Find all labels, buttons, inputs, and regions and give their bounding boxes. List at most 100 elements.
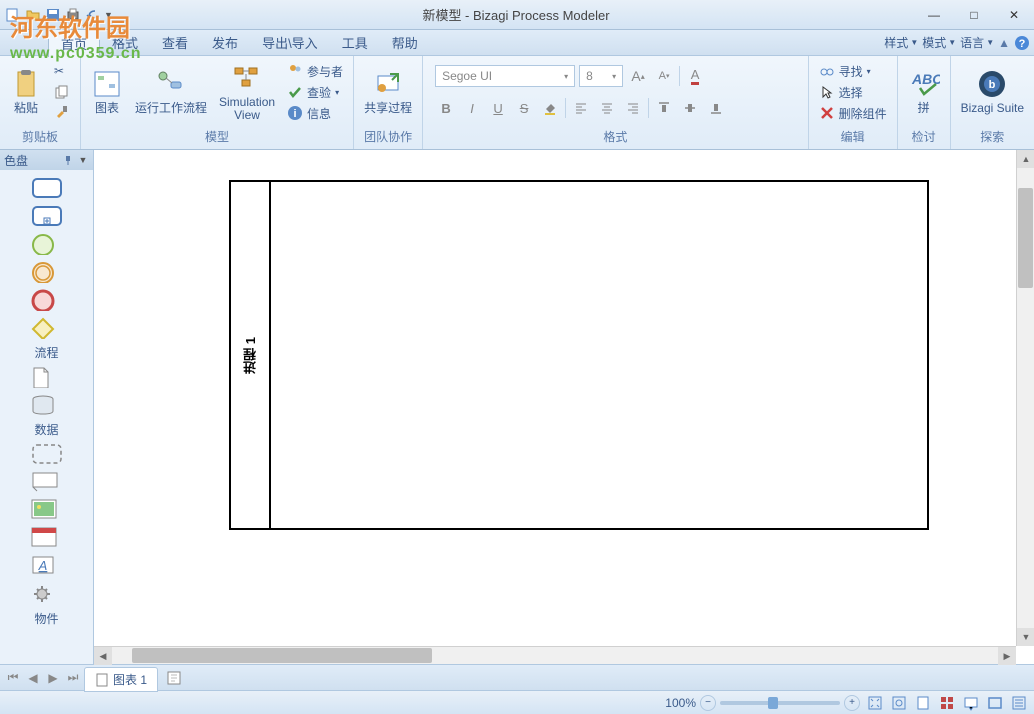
palette-gear[interactable] [0,580,93,608]
share-button[interactable]: 共享过程 [360,66,416,117]
palette-image[interactable] [0,496,93,524]
maximize-button[interactable]: □ [954,2,994,28]
mode-dropdown[interactable]: 模式 ▼ [922,34,956,51]
delete-button[interactable]: 删除组件 [815,104,891,123]
workflow-button[interactable]: 运行工作流程 [131,66,211,117]
palette-start-event[interactable] [0,230,93,258]
align-left-button[interactable] [570,97,592,119]
zoom-in-button[interactable]: + [844,695,860,711]
document-tab[interactable]: 图表 1 [84,667,158,692]
tab-nav-first-icon[interactable]: ⏮ [4,669,22,687]
palette-dropdown-icon[interactable]: ▼ [77,155,89,165]
grow-font-button[interactable]: A▴ [627,65,649,87]
scroll-thumb[interactable] [1018,188,1033,288]
palette-end-event[interactable] [0,286,93,314]
palette-text-format[interactable]: A [0,552,93,580]
cut-button[interactable]: ✂ [50,63,74,81]
view-grid-icon[interactable] [938,694,956,712]
align-top-button[interactable] [653,97,675,119]
simulation-view-button[interactable]: SimulationView [215,60,279,124]
save-icon[interactable] [44,6,62,24]
pool[interactable]: 进程 1 [229,180,929,530]
underline-button[interactable]: U [487,97,509,119]
print-icon[interactable] [64,6,82,24]
new-tab-button[interactable] [160,670,188,686]
font-color-button[interactable]: A [684,65,706,87]
pin-icon[interactable] [63,155,73,165]
style-dropdown[interactable]: 样式 ▼ [884,34,918,51]
minimize-ribbon-icon[interactable]: ▲ [998,36,1010,50]
tab-nav-last-icon[interactable]: ⏭ [64,669,82,687]
palette-data-store[interactable] [0,391,93,419]
qat-dropdown-icon[interactable]: ▼ [104,10,114,20]
palette-intermediate-event[interactable] [0,258,93,286]
vertical-scrollbar[interactable]: ▲ ▼ [1016,150,1034,646]
diagram-button[interactable]: 图表 [87,66,127,117]
align-right-button[interactable] [622,97,644,119]
palette-task[interactable] [0,174,93,202]
tab-export-import[interactable]: 导出\导入 [250,29,330,56]
select-button[interactable]: 选择 [815,83,891,102]
format-painter-button[interactable] [50,103,74,121]
help-icon[interactable]: ? [1014,35,1030,51]
tab-view[interactable]: 查看 [150,29,200,56]
zoom-slider-thumb[interactable] [768,697,778,709]
scroll-up-icon[interactable]: ▲ [1017,150,1034,168]
zoom-slider[interactable] [720,701,840,705]
language-dropdown[interactable]: 语言 ▼ [960,34,994,51]
align-bottom-button[interactable] [705,97,727,119]
validate-button[interactable]: 查验 ▾ [283,83,347,102]
bold-button[interactable]: B [435,97,457,119]
tab-publish[interactable]: 发布 [200,29,250,56]
scroll-down-icon[interactable]: ▼ [1017,628,1034,646]
zoom-level[interactable]: 100% [665,696,696,710]
bizagi-suite-button[interactable]: b Bizagi Suite [957,66,1028,117]
palette-annotation[interactable] [0,468,93,496]
view-presentation-icon[interactable] [962,694,980,712]
spell-button[interactable]: ABC 拼 [904,66,944,117]
pool-header[interactable]: 进程 1 [231,182,271,528]
align-center-button[interactable] [596,97,618,119]
info-button[interactable]: i信息 [283,104,347,123]
tab-help[interactable]: 帮助 [380,29,430,56]
app-menu-button[interactable] [4,31,48,55]
new-icon[interactable] [4,6,22,24]
scroll-thumb[interactable] [132,648,432,663]
view-page-icon[interactable] [914,694,932,712]
strikethrough-button[interactable]: S [513,97,535,119]
palette-group[interactable] [0,440,93,468]
zoom-100-icon[interactable] [890,694,908,712]
font-combo[interactable]: Segoe UI▾ [435,65,575,87]
view-fullscreen-icon[interactable] [986,694,1004,712]
palette-header[interactable] [0,524,93,552]
svg-text:A: A [37,558,47,573]
close-button[interactable]: ✕ [994,2,1034,28]
participants-button[interactable]: 参与者 [283,62,347,81]
palette-gateway[interactable] [0,314,93,342]
tab-home[interactable]: 首页 [48,29,100,57]
zoom-out-button[interactable]: − [700,695,716,711]
tab-nav-prev-icon[interactable]: ◀ [24,669,42,687]
paste-button[interactable]: 粘贴 [6,66,46,117]
italic-button[interactable]: I [461,97,483,119]
fill-color-button[interactable] [539,97,561,119]
align-middle-button[interactable] [679,97,701,119]
minimize-button[interactable]: — [914,2,954,28]
scroll-left-icon[interactable]: ◀ [94,647,112,665]
canvas[interactable]: 进程 1 [94,150,1034,664]
view-list-icon[interactable] [1010,694,1028,712]
scroll-right-icon[interactable]: ▶ [998,647,1016,665]
tab-tools[interactable]: 工具 [330,29,380,56]
undo-icon[interactable] [84,6,102,24]
palette-data-object[interactable] [0,363,93,391]
find-button[interactable]: 寻找 ▾ [815,62,891,81]
font-size-combo[interactable]: 8▾ [579,65,623,87]
horizontal-scrollbar[interactable]: ◀ ▶ [94,646,1016,664]
shrink-font-button[interactable]: A▾ [653,65,675,87]
palette-subprocess[interactable] [0,202,93,230]
tab-nav-next-icon[interactable]: ▶ [44,669,62,687]
copy-button[interactable] [50,83,74,101]
open-icon[interactable] [24,6,42,24]
zoom-fit-icon[interactable] [866,694,884,712]
tab-format[interactable]: 格式 [100,29,150,56]
